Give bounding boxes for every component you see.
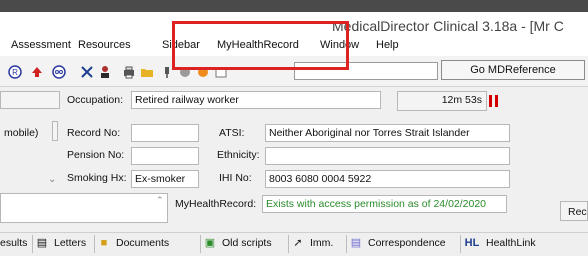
mobile-field-edge: [52, 121, 58, 141]
tab-healthlink-label: HealthLink: [486, 237, 536, 249]
occupation-label: Occupation:: [67, 94, 124, 106]
person-icon[interactable]: [98, 65, 112, 79]
pension-no-field[interactable]: [131, 147, 199, 165]
tab-imm[interactable]: ➚ Imm.: [292, 237, 333, 249]
document-icon: ▤: [36, 237, 48, 249]
patient-panel: Occupation: Retired railway worker 12m 5…: [0, 87, 588, 230]
tab-separator: [32, 235, 33, 253]
tab-healthlink[interactable]: HL HealthLink: [464, 237, 536, 249]
tab-imm-label: Imm.: [310, 237, 334, 249]
pension-no-label: Pension No:: [67, 149, 125, 161]
tab-correspondence-label: Correspondence: [368, 237, 446, 249]
record-no-label: Record No:: [67, 127, 121, 139]
tab-results[interactable]: esults: [0, 237, 27, 249]
atsi-field[interactable]: Neither Aboriginal nor Torres Strait Isl…: [265, 124, 510, 142]
mhr-label: MyHealthRecord:: [175, 198, 257, 210]
glasses-icon[interactable]: [52, 65, 66, 79]
tab-documents-label: Documents: [116, 237, 170, 249]
window-title: MedicalDirector Clinical 3.18a - [Mr C: [332, 18, 564, 34]
alert-icon[interactable]: [30, 65, 44, 79]
ihi-field[interactable]: 8003 6080 0004 5922: [265, 170, 510, 188]
consult-timer: 12m 53s: [397, 91, 487, 111]
go-mdreference-button[interactable]: Go MDReference: [441, 60, 585, 80]
old-scripts-icon: ▣: [204, 237, 216, 249]
reference-icon[interactable]: R: [8, 65, 22, 79]
tab-separator: [94, 235, 95, 253]
pause-icon[interactable]: [487, 94, 501, 108]
menu-help[interactable]: Help: [376, 39, 399, 51]
tab-old-scripts-label: Old scripts: [222, 237, 272, 249]
tab-letters-label: Letters: [54, 237, 87, 249]
svg-text:R: R: [12, 68, 18, 77]
recalls-label: Recalls: [568, 206, 587, 218]
tab-results-label: esults: [0, 237, 28, 249]
recalls-button[interactable]: Recalls: [560, 201, 588, 221]
highlight-box: [172, 21, 349, 70]
occupation-field[interactable]: Retired railway worker: [131, 91, 381, 109]
tab-separator: [346, 235, 347, 253]
print-icon[interactable]: [122, 65, 136, 79]
tab-separator: [288, 235, 289, 253]
name-field[interactable]: [0, 91, 60, 109]
tab-correspondence[interactable]: ▤ Correspondence: [350, 237, 446, 249]
correspondence-icon: ▤: [350, 237, 362, 249]
chevron-down-icon[interactable]: ⌄: [48, 174, 56, 185]
mhr-status-field[interactable]: Exists with access permission as of 24/0…: [262, 195, 507, 213]
syringe-icon: ➚: [293, 237, 303, 249]
menu-assessment[interactable]: Assessment: [11, 39, 71, 51]
folder-icon[interactable]: [140, 65, 154, 79]
notes-box[interactable]: [0, 193, 168, 223]
tab-bar: esults ▤ Letters ■ Documents ▣ Old scrip…: [0, 232, 588, 256]
mobile-label: mobile): [4, 127, 39, 139]
top-strip: [0, 0, 588, 12]
tab-separator: [460, 235, 461, 253]
chevron-up-icon[interactable]: ⌃: [156, 195, 164, 206]
record-no-field[interactable]: [131, 124, 199, 142]
tab-documents[interactable]: ■ Documents: [98, 237, 169, 249]
tab-separator: [200, 235, 201, 253]
smoking-field[interactable]: Ex-smoker: [131, 170, 199, 188]
cut-icon[interactable]: [80, 65, 94, 79]
menu-resources[interactable]: Resources: [78, 39, 131, 51]
ihi-label: IHI No:: [219, 172, 252, 184]
documents-icon: ■: [100, 237, 108, 249]
tab-letters[interactable]: ▤ Letters: [36, 237, 86, 249]
ethnicity-field[interactable]: [265, 147, 510, 165]
healthlink-icon: HL: [464, 237, 480, 249]
ethnicity-label: Ethnicity:: [217, 149, 260, 161]
smoking-label: Smoking Hx:: [67, 172, 127, 184]
atsi-label: ATSI:: [219, 127, 245, 139]
tab-old-scripts[interactable]: ▣ Old scripts: [204, 237, 272, 249]
